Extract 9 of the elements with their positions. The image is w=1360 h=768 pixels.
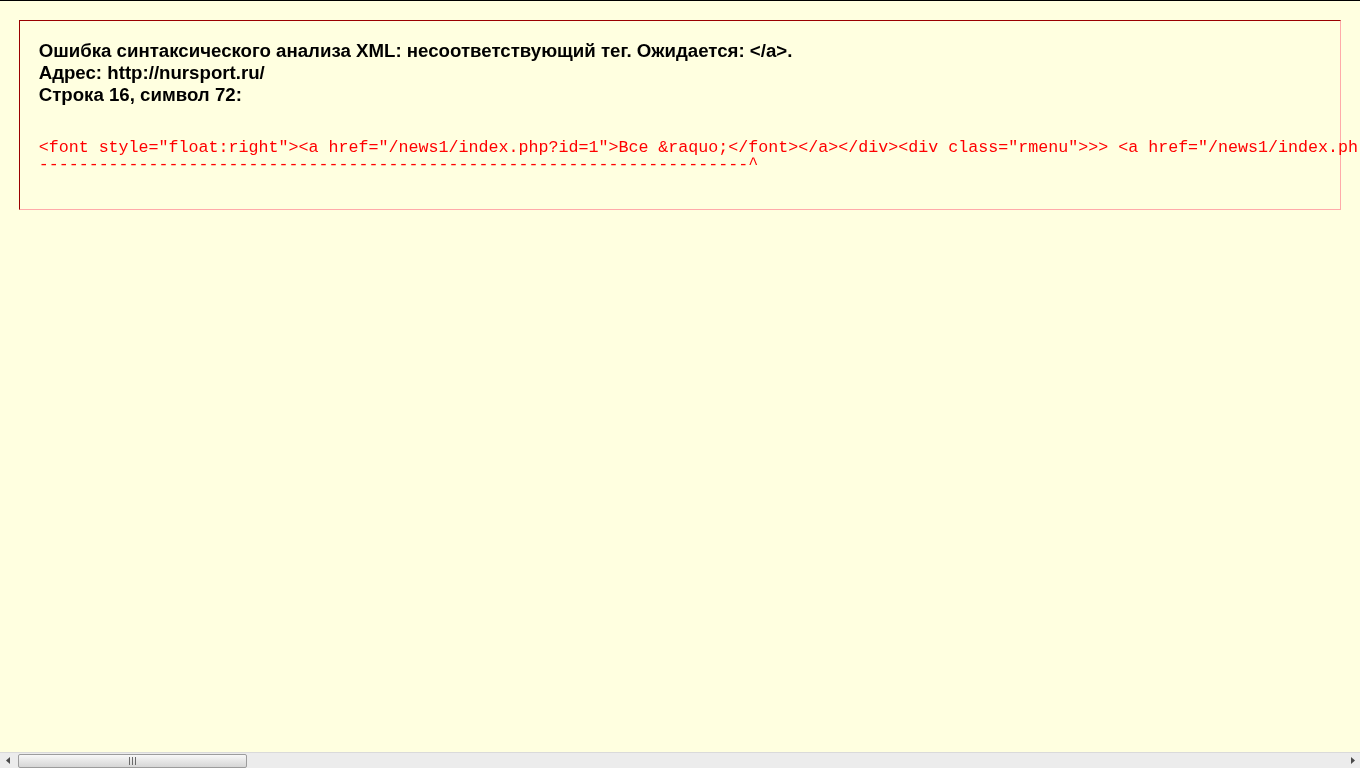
right-arrow-icon[interactable]: [1351, 757, 1355, 764]
error-message: Ошибка синтаксического анализа XML: несоответствующий тег. Ожидается: </a>.: [38, 39, 793, 63]
error-position: Строка 16, символ 72:: [38, 84, 242, 107]
left-arrow-icon[interactable]: [6, 757, 10, 764]
error-marker-line: -----------------------------------------------------------------------^: [38, 156, 759, 174]
source-code-line: <font style="float:right"><a href="/news1/index.php?id=1">Все &raquo;</font></a></div><div class="rmenu">>> <a href="/news1/index.ph: [38, 138, 1359, 157]
error-address: Адрес: http://nursport.ru/: [38, 62, 265, 85]
scrollbar-thumb[interactable]: [18, 753, 247, 768]
grip-icon: [129, 756, 136, 765]
